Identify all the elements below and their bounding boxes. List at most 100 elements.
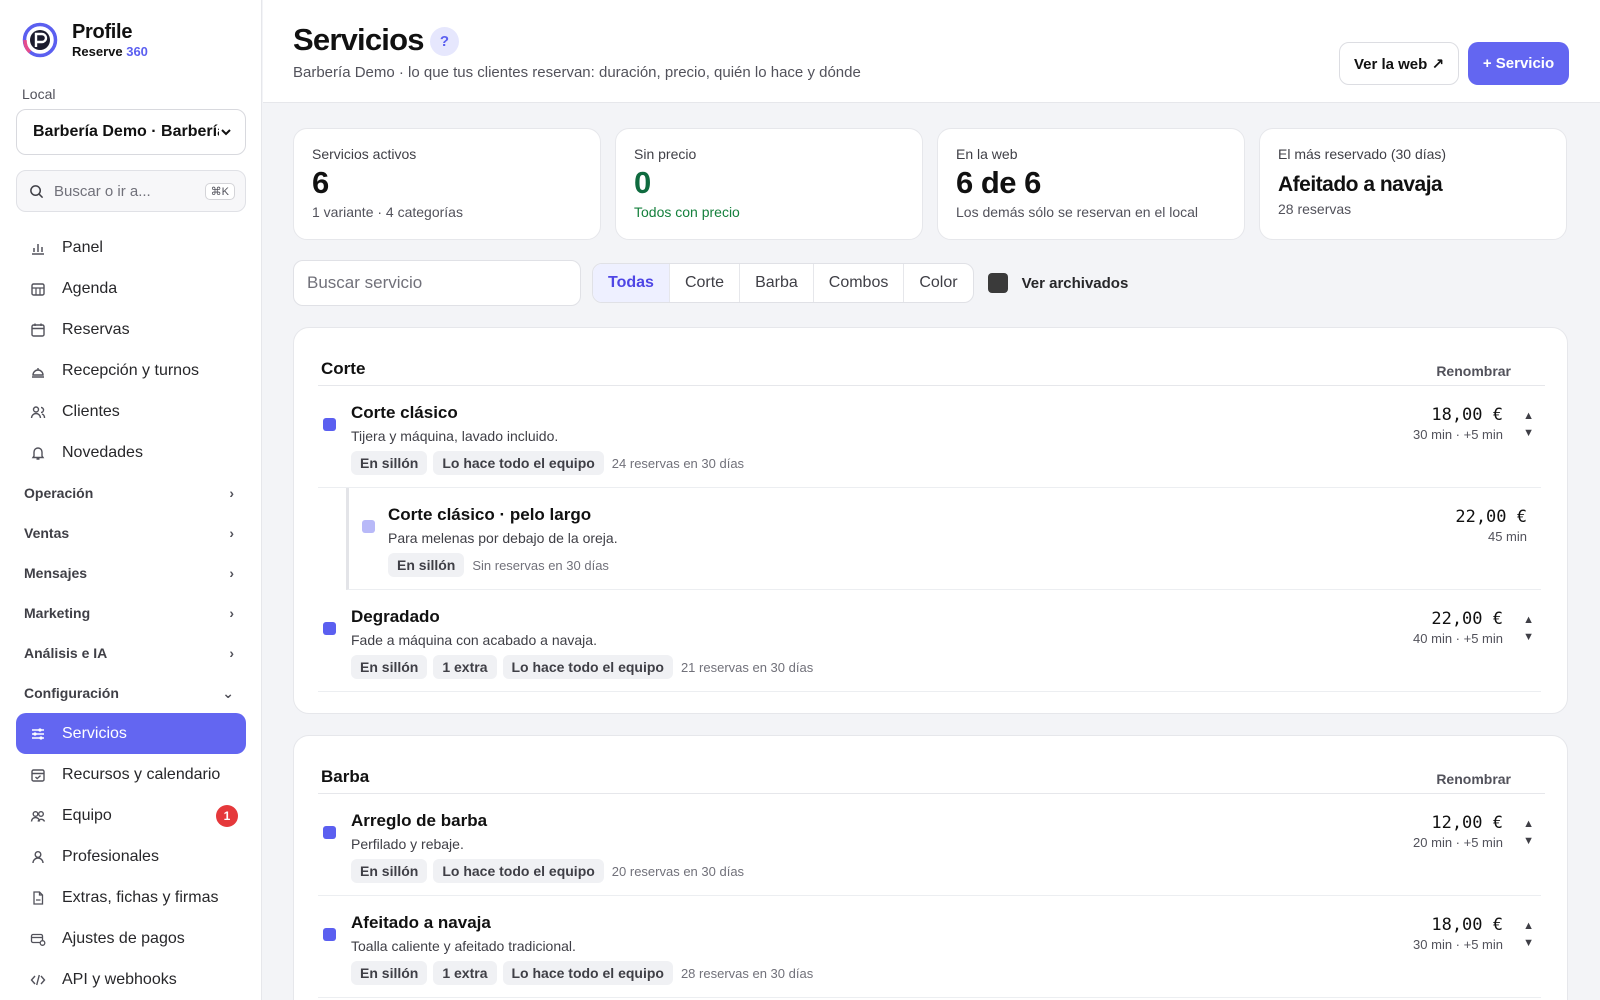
sidebar-group-mensajes[interactable]: Mensajes › (16, 553, 246, 593)
sidebar-item-servicios[interactable]: Servicios (16, 713, 246, 754)
move-up-icon[interactable]: ▲ (1523, 612, 1534, 629)
chevron-down-icon: ⌄ (222, 684, 234, 701)
tag-staff: Lo hace todo el equipo (502, 961, 673, 985)
sidebar-group-configuracion[interactable]: Configuración ⌄ (16, 673, 246, 713)
stat-card-no-price: Sin precio 0 Todos con precio (615, 128, 923, 240)
sidebar-item-pagos[interactable]: Ajustes de pagos (16, 918, 246, 959)
sidebar-item-label: Ajustes de pagos (62, 929, 185, 947)
category-title: Barba (321, 767, 370, 786)
sidebar-item-clientes[interactable]: Clientes (16, 391, 246, 432)
move-up-icon[interactable]: ▲ (1523, 816, 1534, 833)
sidebar-item-label: Panel (62, 238, 103, 256)
reorder-controls: ▲ ▼ (1523, 408, 1534, 442)
move-down-icon[interactable]: ▼ (1523, 833, 1534, 850)
stat-note: 28 reservas (1278, 201, 1352, 218)
sidebar-item-label: Recursos y calendario (62, 765, 221, 783)
sidebar-group-marketing[interactable]: Marketing › (16, 593, 246, 633)
chevron-right-icon: › (229, 645, 234, 661)
move-down-icon[interactable]: ▼ (1523, 425, 1534, 442)
sidebar-item-equipo[interactable]: Equipo 1 (16, 795, 246, 836)
category-card-corte: Corte Renombrar Corte clásico Tijera y m… (293, 327, 1568, 714)
sidebar-group-ventas[interactable]: Ventas › (16, 513, 246, 553)
service-row[interactable]: Afeitado a navaja Toalla caliente y afei… (318, 896, 1541, 998)
service-color-dot (323, 418, 336, 431)
chevron-right-icon: › (229, 605, 234, 621)
archived-checkbox[interactable] (987, 273, 1008, 293)
brand-sub: Reserve 360 (72, 45, 148, 58)
sidebar-item-profesionales[interactable]: Profesionales (16, 836, 246, 877)
move-down-icon[interactable]: ▼ (1523, 935, 1534, 952)
sidebar-item-label: Equipo (62, 806, 112, 824)
code-icon (30, 972, 46, 988)
stat-card-web: En la web 6 de 6 Los demás sólo se reser… (937, 128, 1245, 240)
move-up-icon[interactable]: ▲ (1523, 918, 1534, 935)
shortcut-hint: ⌘K (204, 182, 235, 200)
page-subtitle: Barbería Demo · lo que tus clientes rese… (293, 64, 861, 81)
stats-row: Servicios activos 6 1 variante · 4 categ… (293, 128, 1567, 240)
local-select[interactable]: Barbería Demo · Barbería Demo (16, 109, 246, 155)
view-web-button[interactable]: Ver la web ↗ (1339, 42, 1459, 85)
reorder-controls: ▲ ▼ (1523, 612, 1534, 646)
sidebar-item-label: Profesionales (62, 847, 159, 865)
show-archived-toggle[interactable]: Ver archivados (987, 273, 1129, 293)
help-icon[interactable]: ? (430, 27, 459, 56)
sidebar-item-novedades[interactable]: Novedades (16, 432, 246, 473)
stat-value: 6 (312, 165, 329, 200)
sidebar-item-recepcion[interactable]: Recepción y turnos (16, 350, 246, 391)
rename-category-button[interactable]: Renombrar (1436, 363, 1511, 379)
service-tags: En sillón Lo hace todo el equipo 20 rese… (351, 859, 744, 883)
tab-color[interactable]: Color (904, 264, 972, 302)
move-up-icon[interactable]: ▲ (1523, 408, 1534, 425)
service-name: Corte clásico · pelo largo (388, 505, 592, 524)
local-select-value: Barbería Demo · Barbería Demo (33, 123, 219, 140)
service-row[interactable]: Degradado Fade a máquina con acabado a n… (318, 590, 1541, 692)
sidebar-item-label: Agenda (62, 279, 118, 297)
move-down-icon[interactable]: ▼ (1523, 629, 1534, 646)
sidebar-item-label: Clientes (62, 402, 120, 420)
tag-staff: Lo hace todo el equipo (433, 451, 604, 475)
reorder-controls: ▲ ▼ (1523, 918, 1534, 952)
sidebar-group-analisis[interactable]: Análisis e IA › (16, 633, 246, 673)
service-price: 18,00 € (1431, 915, 1503, 935)
service-variant-row[interactable]: Corte clásico · pelo largo Para melenas … (346, 488, 1541, 590)
stat-value: Afeitado a navaja (1278, 173, 1443, 196)
archived-label: Ver archivados (1021, 274, 1129, 292)
service-row[interactable]: Corte clásico Tijera y máquina, lavado i… (318, 386, 1541, 488)
global-search-input[interactable]: Buscar o ir a... ⌘K (16, 170, 246, 212)
sidebar-item-label: Recepción y turnos (62, 361, 199, 379)
chevron-down-icon (221, 129, 231, 136)
filters-bar: Buscar servicio Todas Corte Barba Combos… (293, 260, 1128, 306)
brand-sub-prefix: Reserve (72, 44, 127, 59)
sidebar-item-extras[interactable]: Extras, fichas y firmas (16, 877, 246, 918)
sidebar-group-operacion[interactable]: Operación › (16, 473, 246, 513)
tab-corte[interactable]: Corte (670, 264, 741, 302)
page-title: Servicios (293, 22, 424, 57)
users-icon (30, 404, 46, 420)
sidebar-group-label: Configuración (24, 685, 119, 701)
service-usage: 24 reservas en 30 días (611, 455, 745, 471)
sidebar-item-agenda[interactable]: Agenda (16, 268, 246, 309)
document-icon (30, 890, 46, 906)
service-search-input[interactable]: Buscar servicio (293, 260, 581, 306)
sidebar-item-panel[interactable]: Panel (16, 227, 246, 268)
category-header: Corte Renombrar (318, 328, 1545, 386)
tab-barba[interactable]: Barba (740, 264, 814, 302)
team-icon (30, 808, 46, 824)
rename-category-button[interactable]: Renombrar (1436, 771, 1511, 787)
calendar-icon (30, 322, 46, 338)
brand[interactable]: Profile Reserve 360 (22, 22, 148, 58)
main-content: Servicios ? Barbería Demo · lo que tus c… (263, 0, 1600, 1000)
service-color-dot (362, 520, 375, 533)
sidebar-item-recursos[interactable]: Recursos y calendario (16, 754, 246, 795)
tab-todas[interactable]: Todas (593, 264, 670, 302)
sidebar-item-api[interactable]: API y webhooks (16, 959, 246, 1000)
tab-combos[interactable]: Combos (814, 264, 905, 302)
service-tags: En sillón 1 extra Lo hace todo el equipo… (351, 961, 813, 985)
stat-label: El más reservado (30 días) (1278, 146, 1447, 162)
service-row[interactable]: Arreglo de barba Perfilado y rebaje. En … (318, 794, 1541, 896)
add-service-button[interactable]: + Servicio (1468, 42, 1569, 85)
category-title: Corte (321, 359, 366, 378)
sidebar-item-reservas[interactable]: Reservas (16, 309, 246, 350)
service-usage: Sin reservas en 30 días (472, 557, 609, 573)
search-icon (30, 184, 44, 198)
